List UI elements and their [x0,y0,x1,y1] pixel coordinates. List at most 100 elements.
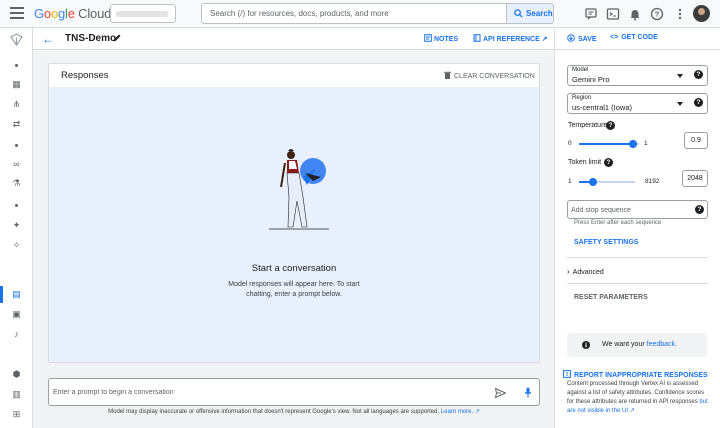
book-icon [473,34,481,42]
pipeline-icon[interactable]: ⋔ [11,99,22,110]
notes-icon [424,34,432,42]
vertex-ai-logo-icon[interactable] [10,33,23,46]
model-select[interactable]: Model Gemini Pro [567,65,708,86]
panel-divider [555,49,720,50]
dropdown-arrow-icon [677,74,683,78]
token-limit-max: 8192 [645,178,660,185]
prompt-title[interactable]: TNS-Demo [65,33,116,44]
trash-icon [444,71,451,79]
region-select-label: Region [572,95,592,101]
save-circle-icon [567,34,575,42]
svg-text:?: ? [655,10,660,19]
person-with-chat-bubble-illustration [269,149,329,230]
notes-button[interactable]: NOTES [424,34,458,43]
empty-state-title: Start a conversation [251,263,337,274]
empty-state-description: Model responses will appear here. To sta… [228,281,360,298]
responses-title: Responses [61,70,109,81]
rail-separator-dot [15,204,18,207]
project-picker[interactable] [110,4,176,23]
sparkle-gen-ai-icon[interactable]: ✦ [11,220,22,231]
search-button[interactable]: Search [506,4,553,23]
chevron-right-icon: › [567,267,570,276]
rail-separator-dot [15,64,18,67]
language-prompt-icon[interactable]: ▤ [11,289,22,300]
token-limit-help-icon[interactable]: ? [604,158,613,167]
model-select-label: Model [572,67,589,73]
hamburger-menu-icon[interactable] [10,7,24,19]
assist-chat-icon[interactable] [584,7,598,21]
safety-settings-button[interactable]: SAFETY SETTINGS [574,239,638,246]
get-code-button[interactable]: <> GET CODE [610,34,658,41]
temperature-help-icon[interactable]: ? [606,121,615,130]
token-limit-value-input[interactable]: 2048 [682,170,708,187]
model-help-icon[interactable]: ? [694,70,703,79]
cloud-shell-terminal-icon[interactable] [606,7,620,21]
vertex-ai-safety-note: Content processed through Vertex AI is a… [567,381,708,414]
model-disclaimer: Model may display inaccurate or offensiv… [108,409,480,415]
temperature-slider-thumb[interactable] [629,140,637,148]
external-link-icon: ↗ [474,409,480,415]
experiment-icon[interactable]: ⚗ [11,178,22,189]
model-select-value: Gemini Pro [572,75,610,84]
advanced-expander[interactable]: › Advanced [567,267,604,276]
search-input[interactable]: Search (/) for resources, docs, products… [210,9,389,18]
region-select-value: us-central1 (Iowa) [572,103,633,112]
more-options-icon[interactable] [673,7,687,21]
prompt-composer [48,378,540,406]
token-limit-slider-thumb[interactable] [589,178,597,186]
temperature-min: 0 [568,140,572,147]
region-help-icon[interactable]: ? [694,98,703,107]
speech-icon[interactable]: ♪ [11,329,22,340]
save-button[interactable]: SAVE [567,34,597,43]
temperature-value-input[interactable]: 0.9 [684,132,708,149]
code-brackets-icon: <> [610,34,619,41]
active-item-indicator [0,286,3,303]
external-link-icon: ↗ [629,408,635,414]
prompt-header-bar: ← TNS-Demo NOTES API REFERENCE ↗ [33,28,554,50]
stop-sequence-field: ? [567,200,708,219]
region-select[interactable]: Region us-central1 (Iowa) [567,93,708,114]
section-divider [567,257,708,258]
clear-conversation-button[interactable]: CLEAR CONVERSATION [444,71,535,80]
feedback-link[interactable]: feedback. [647,341,677,348]
left-navigation-rail: ▦ ⋔ ⇄ ∞ ⚗ ✦ ✧ ▤ ▣ ♪ ⬢ ▥ ⊞ › [0,28,33,428]
notifications-bell-icon[interactable] [628,7,642,21]
microphone-icon[interactable] [524,387,532,398]
learn-more-link[interactable]: Learn more. [441,409,473,415]
send-icon[interactable] [495,388,506,398]
reset-parameters-button[interactable]: RESET PARAMETERS [574,294,648,301]
temperature-slider-fill [579,143,633,145]
temperature-label: Temperature [568,122,608,129]
google-cloud-logo[interactable]: Google Cloud [34,6,111,21]
search-bar[interactable]: Search (/) for resources, docs, products… [201,3,554,24]
dashboard-grid-icon[interactable]: ▦ [11,79,22,90]
vision-image-icon[interactable]: ▣ [11,309,22,320]
multimodal-icon[interactable]: ✧ [11,240,22,251]
info-icon [582,341,590,349]
stop-sequence-help-icon[interactable]: ? [695,205,704,214]
workflow-icon[interactable]: ⇄ [11,119,22,130]
prompt-input[interactable] [51,381,471,403]
stop-sequence-hint: Press Enter after each sequence [574,220,662,226]
settings-panel: SAVE <> GET CODE Model Gemini Pro ? Regio… [554,28,720,428]
token-limit-slider-track[interactable] [579,181,635,183]
storage-icon[interactable]: ▥ [11,389,22,400]
responses-panel: Responses CLEAR CONVERSATION Start a con… [48,63,540,363]
back-arrow-icon[interactable]: ← [42,33,54,45]
rail-separator-dot [15,144,18,147]
marketplace-icon[interactable]: ⊞ [11,409,22,420]
user-avatar[interactable] [693,5,710,22]
link-chain-icon[interactable]: ∞ [11,159,22,170]
search-icon [514,9,523,18]
edit-pencil-icon[interactable] [112,33,122,43]
report-inappropriate-responses-button[interactable]: REPORT INAPPROPRIATE RESPONSES [563,370,708,379]
api-reference-button[interactable]: API REFERENCE ↗ [473,34,548,43]
flag-report-icon [563,370,571,378]
help-icon[interactable]: ? [650,7,664,21]
model-garden-icon[interactable]: ⬢ [11,369,22,380]
empty-conversation-area: Start a conversation Model responses wil… [49,87,539,362]
stop-sequence-input[interactable] [571,204,681,216]
token-limit-label: Token limit [568,159,602,166]
section-divider [567,283,708,284]
token-limit-min: 1 [568,178,572,185]
